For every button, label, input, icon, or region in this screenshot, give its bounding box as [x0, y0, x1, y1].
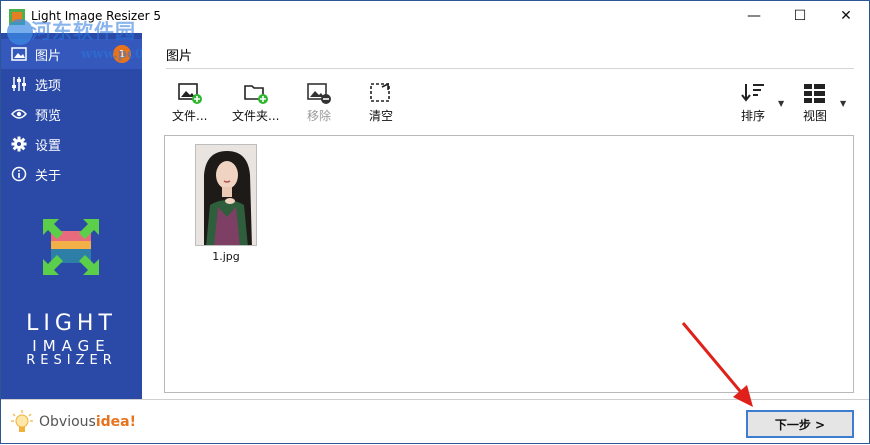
next-button[interactable]: 下一步 > [746, 410, 854, 438]
sidebar-item-settings[interactable]: 设置 [1, 129, 142, 159]
eye-icon [11, 106, 27, 122]
sliders-icon [11, 76, 27, 92]
vendor-name: Obviousidea! [39, 414, 136, 430]
clear-button[interactable]: 清空 [368, 81, 394, 124]
page-title: 图片 [166, 49, 193, 64]
add-folder-label: 文件夹... [232, 109, 280, 123]
remove-button[interactable]: 移除 [306, 81, 332, 124]
sidebar-item-label: 选项 [35, 78, 62, 94]
minimize-icon: — [747, 8, 761, 24]
image-icon [11, 46, 27, 62]
minimize-button[interactable]: — [731, 1, 777, 31]
remove-label: 移除 [306, 109, 331, 123]
add-files-label: 文件... [172, 109, 208, 123]
sort-label: 排序 [740, 109, 765, 123]
sidebar: 图片 1 选项 预览 设置 关于 LIGHT IMAGE RESIZER [1, 33, 142, 399]
brand-resizer: RESIZER [26, 353, 117, 368]
close-icon: ✕ [840, 8, 852, 24]
brand-light: LIGHT [26, 311, 117, 336]
sidebar-item-label: 预览 [35, 108, 62, 124]
title-divider [166, 68, 854, 69]
vendor-prefix: Obvious [39, 413, 96, 430]
add-folder-button[interactable]: 文件夹... [232, 81, 279, 124]
file-list[interactable]: 1.jpg [164, 135, 854, 393]
vendor-footer[interactable]: Obviousidea! [1, 399, 142, 443]
close-button[interactable]: ✕ [823, 1, 869, 31]
sidebar-item-preview[interactable]: 预览 [1, 99, 142, 129]
sort-icon [741, 84, 764, 102]
vendor-suffix: idea! [95, 413, 136, 430]
view-button[interactable]: 视图 [802, 81, 828, 124]
lightbulb-icon [11, 409, 33, 432]
file-name: 1.jpg [212, 250, 240, 263]
sidebar-item-options[interactable]: 选项 [1, 69, 142, 99]
sort-button[interactable]: 排序 [740, 81, 766, 124]
sidebar-item-about[interactable]: 关于 [1, 159, 142, 189]
main-content: 图片 文件... 文件夹... 移除 清空 排序 ▼ 视图 ▼ 1.jpg [142, 33, 869, 399]
brand-logo-icon [43, 219, 99, 275]
add-folder-icon [243, 85, 268, 104]
watermark-text: 河东软件园 [31, 19, 136, 43]
clear-icon [370, 82, 390, 102]
add-files-button[interactable]: 文件... [172, 81, 207, 124]
file-thumbnail[interactable] [195, 144, 257, 246]
view-label: 视图 [802, 109, 827, 123]
maximize-icon: ☐ [793, 8, 807, 24]
portrait-photo [196, 145, 256, 245]
add-image-icon [177, 83, 202, 104]
view-icon [804, 84, 825, 103]
sidebar-item-label: 关于 [35, 168, 62, 184]
sort-dropdown-icon[interactable]: ▼ [778, 99, 784, 108]
action-footer: 下一步 > [142, 399, 869, 443]
maximize-button[interactable]: ☐ [777, 1, 823, 31]
view-dropdown-icon[interactable]: ▼ [840, 99, 846, 108]
remove-image-icon [307, 83, 331, 104]
gear-icon [11, 136, 27, 152]
clear-label: 清空 [368, 109, 393, 123]
sidebar-item-label: 图片 [35, 48, 62, 64]
watermark-logo [7, 19, 33, 45]
sidebar-item-label: 设置 [35, 138, 62, 154]
app-window: Light Image Resizer 5 — ☐ ✕ 图片 1 选项 预览 设… [0, 0, 870, 444]
info-icon [11, 166, 27, 182]
